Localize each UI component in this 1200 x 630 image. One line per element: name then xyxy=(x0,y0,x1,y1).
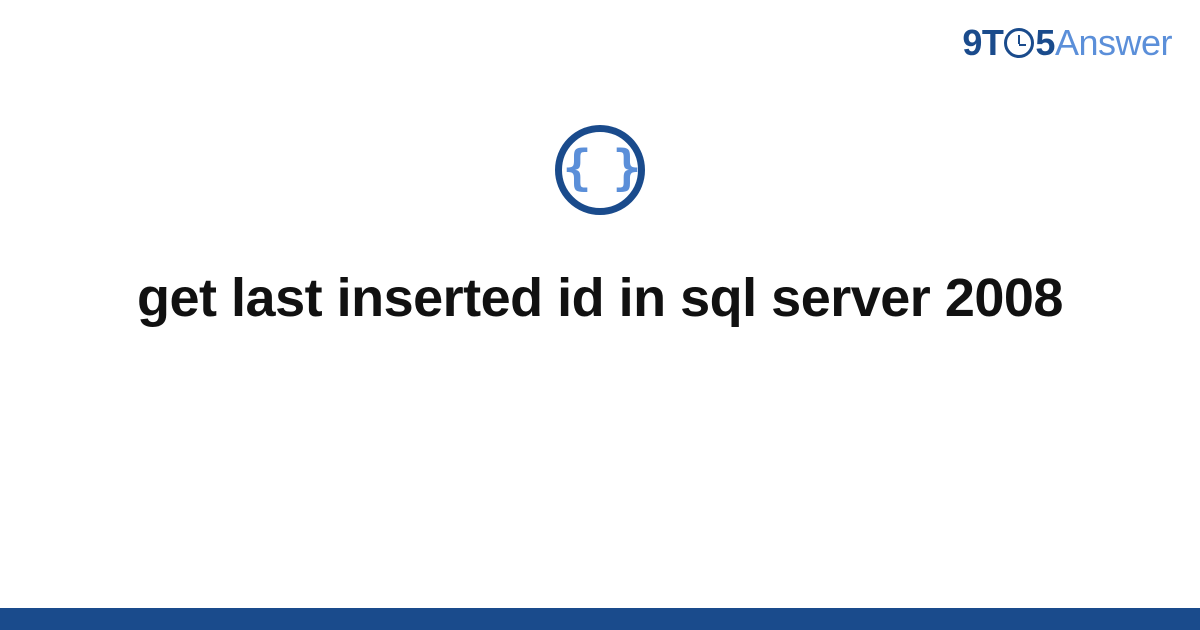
footer-bar xyxy=(0,608,1200,630)
logo-text-5: 5 xyxy=(1035,22,1055,64)
braces-glyph: { } xyxy=(563,144,638,196)
site-logo: 9T 5 Answer xyxy=(962,22,1172,64)
braces-icon: { } xyxy=(555,125,645,215)
content-area: { } get last inserted id in sql server 2… xyxy=(0,125,1200,333)
page-title: get last inserted id in sql server 2008 xyxy=(137,265,1063,333)
logo-text-9t: 9T xyxy=(962,22,1003,64)
clock-icon xyxy=(1004,28,1034,58)
logo-text-answer: Answer xyxy=(1055,22,1172,64)
